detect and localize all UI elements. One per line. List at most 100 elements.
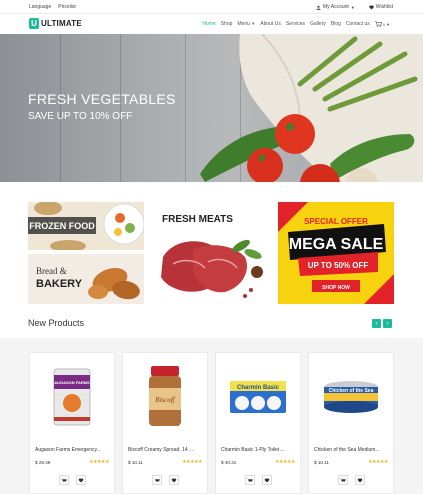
pricelist-link[interactable]: Pricelist [58,4,76,10]
product-card[interactable]: AUGASON FARMS Augason Farms Emergency...… [29,352,115,494]
heart-icon [264,478,269,482]
rating-stars: ★★★★★ [275,459,295,465]
bread-label-line1: Bread & [36,266,67,276]
add-to-wishlist-button[interactable] [75,475,86,485]
fresh-meats-label: FRESH MEATS [162,214,233,225]
top-bar-left: Language Pricelist [29,4,76,10]
chevron-left-icon[interactable]: ‹ [372,319,381,328]
new-products-title: New Products [28,318,85,328]
product-name[interactable]: Charmin Basic 1-Ply Toilet ... [221,447,297,453]
hero-title: FRESH VEGETABLES [28,91,176,107]
jar-image: Biscoff [149,365,181,426]
my-account-label: My Account [322,4,349,10]
language-link[interactable]: Language [29,4,51,10]
vegetables-image [200,34,423,182]
product-card[interactable]: Charmin Basic Charmin Basic 1-Ply Toilet… [215,352,301,494]
product-image[interactable]: Biscoff [123,353,207,440]
nav-gallery[interactable]: Gallery [310,21,326,27]
cart-icon [246,478,253,481]
rating-stars: ★★★★★ [182,459,202,465]
sale-upto-text: UP TO 50% OFF [308,261,369,270]
user-icon [316,5,321,10]
sale-mega-text: MEGA SALE [289,236,384,253]
product-image[interactable]: AUGASON FARMS [30,353,114,440]
caret-down-icon: ▼ [350,4,355,10]
product-price: $ 10.11 [128,460,143,465]
nav-about[interactable]: About Us [260,21,281,27]
nav-menu-label: Menu [237,21,250,27]
cart-icon [339,478,346,481]
main-nav: Home Shop Menu ▼ About Us Services Galle… [202,21,390,27]
nav-shop[interactable]: Shop [221,21,233,27]
cart-icon [153,478,160,481]
nav-blog[interactable]: Blog [331,21,341,27]
add-to-wishlist-button[interactable] [261,475,272,485]
heart-icon [369,5,374,9]
main-header: U ULTIMATE Home Shop Menu ▼ About Us Ser… [0,14,423,34]
add-to-cart-button[interactable] [151,475,162,485]
product-actions [309,475,393,485]
product-label-text: Charmin Basic [237,385,280,391]
my-account-dropdown[interactable]: My Account ▼ [316,4,355,10]
product-label-text: AUGASON FARMS [54,380,90,385]
rating-stars: ★★★★★ [368,459,388,465]
nav-services[interactable]: Services [286,21,305,27]
product-name[interactable]: Augason Farms Emergency... [35,447,111,453]
caret-down-icon: ▼ [386,21,390,27]
toilet-paper-image: Charmin Basic [230,380,286,413]
add-to-wishlist-button[interactable] [354,475,365,485]
add-to-cart-button[interactable] [337,475,348,485]
cart-dropdown[interactable]: 0 ▼ [374,21,390,27]
mega-sale-banner[interactable]: SPECIAL OFFER MEGA SALE UP TO 50% OFF SH… [278,202,394,304]
logo-mark: U [29,18,39,29]
product-label-text: Chicken of the Sea [329,388,374,394]
product-name[interactable]: Biscoff Creamy Spread, 14 ... [128,447,204,453]
sale-special-text: SPECIAL OFFER [304,217,368,226]
cart-icon [60,478,67,481]
heart-icon [357,478,362,482]
hero-banner[interactable]: FRESH VEGETABLES SAVE UP TO 10% OFF [0,34,423,182]
wishlist-link[interactable]: Wishlist [369,4,393,10]
bread-label-line2: BAKERY [36,278,83,290]
chevron-right-icon[interactable]: › [383,319,392,328]
sale-shop-text: SHOP NOW [322,285,350,291]
fresh-meats-banner[interactable]: FRESH MEATS [153,202,269,304]
heart-icon [171,478,176,482]
product-actions [123,475,207,485]
can-image: AUGASON FARMS [53,368,91,425]
caret-down-icon: ▼ [251,21,256,26]
hero-subtitle: SAVE UP TO 10% OFF [28,111,133,122]
product-price: $ 29.49 [35,460,51,465]
nav-menu[interactable]: Menu ▼ [237,21,255,27]
carousel-controls: ‹ › [372,319,392,328]
top-bar: Language Pricelist My Account ▼ Wishlist [0,0,423,14]
top-bar-right: My Account ▼ Wishlist [316,4,393,10]
product-actions [30,475,114,485]
frozen-food-label: FROZEN FOOD [28,217,96,234]
site-logo[interactable]: U ULTIMATE [29,18,82,29]
product-card[interactable]: Biscoff Biscoff Creamy Spread, 14 ... $ … [122,352,208,494]
mega-sale-graphic: SPECIAL OFFER MEGA SALE UP TO 50% OFF SH… [278,202,394,304]
bread-bakery-banner[interactable]: Bread & BAKERY [28,254,144,304]
tuna-can-image: Chicken of the Sea [324,380,378,413]
heart-icon [78,478,83,482]
nav-home[interactable]: Home [202,21,215,27]
rating-stars: ★★★★★ [89,459,109,465]
product-price: $ 10.11 [314,460,329,465]
product-actions [216,475,300,485]
product-image[interactable]: Chicken of the Sea [309,353,393,440]
add-to-cart-button[interactable] [244,475,255,485]
logo-text: ULTIMATE [41,19,82,28]
add-to-wishlist-button[interactable] [168,475,179,485]
product-label-text: Biscoff [155,396,175,404]
cart-count: 0 [382,21,386,27]
nav-contact[interactable]: Contact us [346,21,370,27]
add-to-cart-button[interactable] [58,475,69,485]
product-image[interactable]: Charmin Basic [216,353,300,440]
product-name[interactable]: Chicken of the Sea Medium... [314,447,390,453]
wishlist-label: Wishlist [375,4,393,10]
product-card[interactable]: Chicken of the Sea Chicken of the Sea Me… [308,352,394,494]
cart-icon [374,21,382,27]
product-price: $ 40.31 [221,460,237,465]
frozen-food-banner[interactable]: FROZEN FOOD [28,202,144,250]
